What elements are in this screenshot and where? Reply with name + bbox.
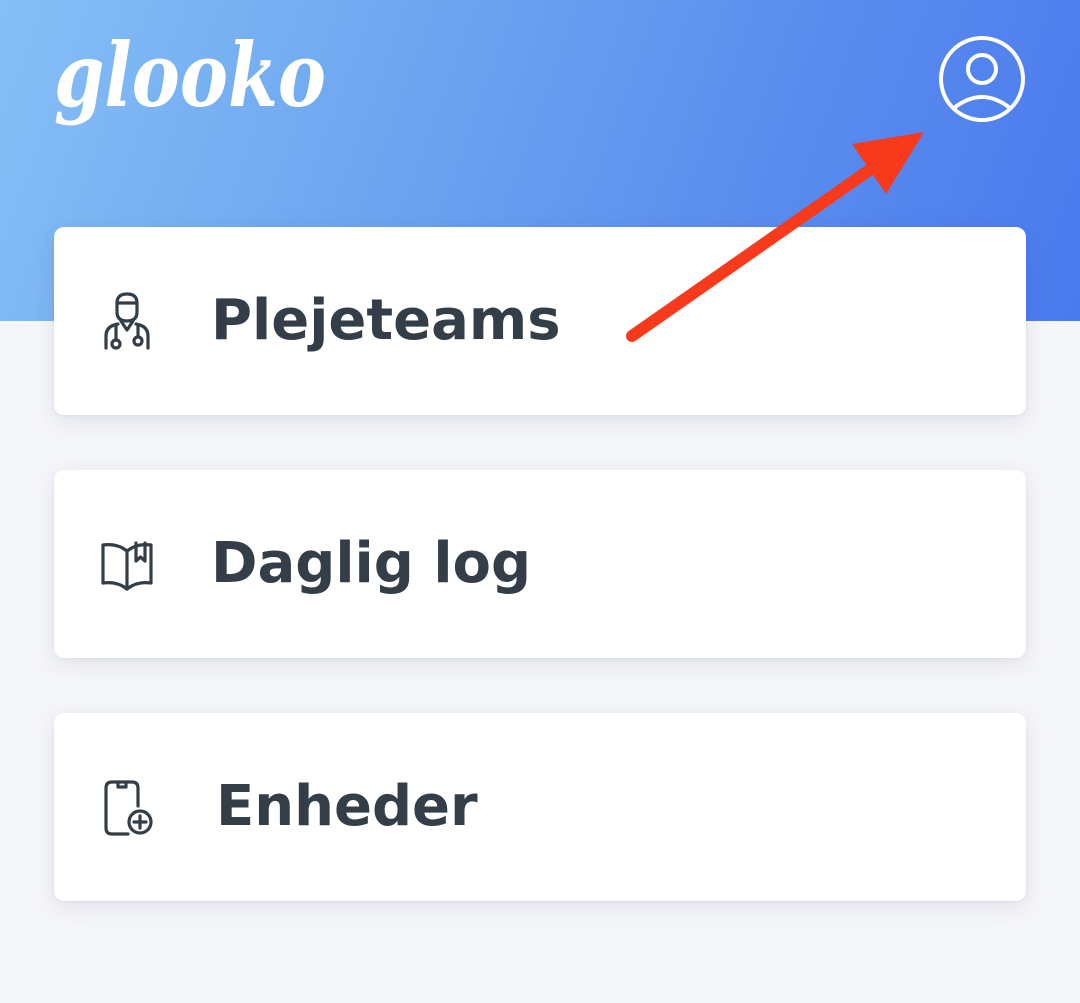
menu-item-label: Enheder bbox=[216, 774, 478, 839]
care-team-icon bbox=[98, 290, 156, 352]
menu-item-label: Plejeteams bbox=[211, 288, 561, 353]
logo-text: glooko bbox=[54, 23, 326, 127]
glooko-logo: glooko bbox=[52, 8, 342, 148]
profile-button[interactable] bbox=[937, 34, 1027, 124]
device-add-icon bbox=[98, 776, 156, 838]
menu-item-enheder[interactable]: Enheder bbox=[54, 713, 1026, 901]
open-book-icon bbox=[98, 533, 156, 595]
menu-item-daglig-log[interactable]: Daglig log bbox=[54, 470, 1026, 658]
menu-item-label: Daglig log bbox=[211, 531, 532, 596]
menu-item-plejeteams[interactable]: Plejeteams bbox=[54, 227, 1026, 415]
user-circle-icon bbox=[939, 36, 1025, 122]
